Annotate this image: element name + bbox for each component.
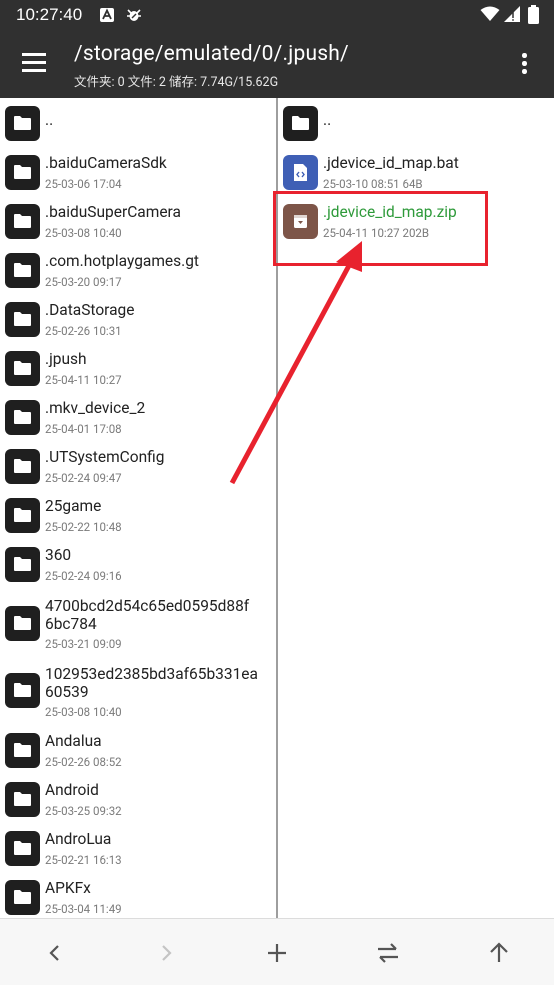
a-notification-icon xyxy=(100,7,114,26)
list-item-folder[interactable]: .mkv_device_2 25-04-01 17:08 xyxy=(0,398,276,447)
swap-panes-icon[interactable] xyxy=(374,939,402,967)
up-arrow-icon[interactable] xyxy=(485,939,513,967)
folder-icon xyxy=(5,400,40,435)
folder-icon xyxy=(5,498,40,533)
wifi-icon xyxy=(480,6,500,26)
bug-notification-icon xyxy=(126,7,142,27)
status-time: 10:27:40 xyxy=(16,5,83,24)
folder-icon xyxy=(5,449,40,484)
list-item-folder[interactable]: AndroLua 25-02-21 16:13 xyxy=(0,829,276,878)
list-item-folder[interactable]: .baiduCameraSdk 25-03-06 17:04 xyxy=(0,153,276,202)
battery-icon xyxy=(528,5,539,28)
list-item-folder[interactable]: .DataStorage 25-02-26 10:31 xyxy=(0,300,276,349)
more-vert-icon[interactable] xyxy=(514,50,534,76)
folder-icon xyxy=(5,204,40,239)
left-file-pane[interactable]: .. .baiduCameraSdk 25-03-06 17:04 .baidu… xyxy=(0,98,278,918)
folder-icon xyxy=(5,302,40,337)
list-item-folder[interactable]: 102953ed2385bd3af65b331ea 60539 25-03-08… xyxy=(0,660,276,724)
bottom-action-bar xyxy=(0,918,554,985)
path-stats-subtitle: 文件夹: 0 文件: 2 储存: 7.74G/15.62G xyxy=(74,75,279,90)
list-item-folder[interactable]: .jpush 25-04-11 10:27 xyxy=(0,349,276,398)
folder-icon xyxy=(5,880,40,915)
list-item-folder[interactable]: APKFx 25-03-04 11:49 xyxy=(0,878,276,918)
signal-icon xyxy=(504,6,520,26)
folder-icon xyxy=(5,351,40,386)
list-item-parent-dir[interactable]: .. xyxy=(0,104,276,153)
list-item-folder[interactable]: Andalua 25-02-26 08:52 xyxy=(0,731,276,780)
folder-icon xyxy=(5,733,40,768)
code-file-icon xyxy=(283,155,318,190)
add-icon[interactable] xyxy=(263,939,291,967)
list-item-folder[interactable]: Android 25-03-25 09:32 xyxy=(0,780,276,829)
annotation-highlight-box xyxy=(273,191,488,266)
folder-icon xyxy=(5,547,40,582)
folder-icon xyxy=(5,606,40,641)
app-toolbar: /storage/emulated/0/.jpush/ 文件夹: 0 文件: 2… xyxy=(0,30,554,98)
folder-icon xyxy=(5,782,40,817)
list-item-folder[interactable]: .com.hotplaygames.gt 25-03-20 09:17 xyxy=(0,251,276,300)
status-bar: 10:27:40 xyxy=(0,0,554,30)
folder-icon xyxy=(5,253,40,288)
list-item-folder[interactable]: 360 25-02-24 09:16 xyxy=(0,545,276,594)
folder-icon xyxy=(5,155,40,190)
back-arrow-icon[interactable] xyxy=(41,939,69,967)
forward-arrow-icon[interactable] xyxy=(152,939,180,967)
list-item-folder[interactable]: 4700bcd2d54c65ed0595d88f 6bc784 25-03-21… xyxy=(0,594,276,658)
hamburger-menu-icon[interactable] xyxy=(22,53,48,73)
list-item-folder[interactable]: .baiduSuperCamera 25-03-08 10:40 xyxy=(0,202,276,251)
folder-icon xyxy=(5,673,40,708)
folder-icon xyxy=(283,106,318,141)
current-path-title: /storage/emulated/0/.jpush/ xyxy=(74,42,349,66)
list-item-folder[interactable]: .UTSystemConfig 25-02-24 09:47 xyxy=(0,447,276,496)
folder-icon xyxy=(5,831,40,866)
list-item-parent-dir[interactable]: .. xyxy=(278,104,554,153)
list-item-folder[interactable]: 25game 25-02-22 10:48 xyxy=(0,496,276,545)
folder-icon xyxy=(5,106,40,141)
